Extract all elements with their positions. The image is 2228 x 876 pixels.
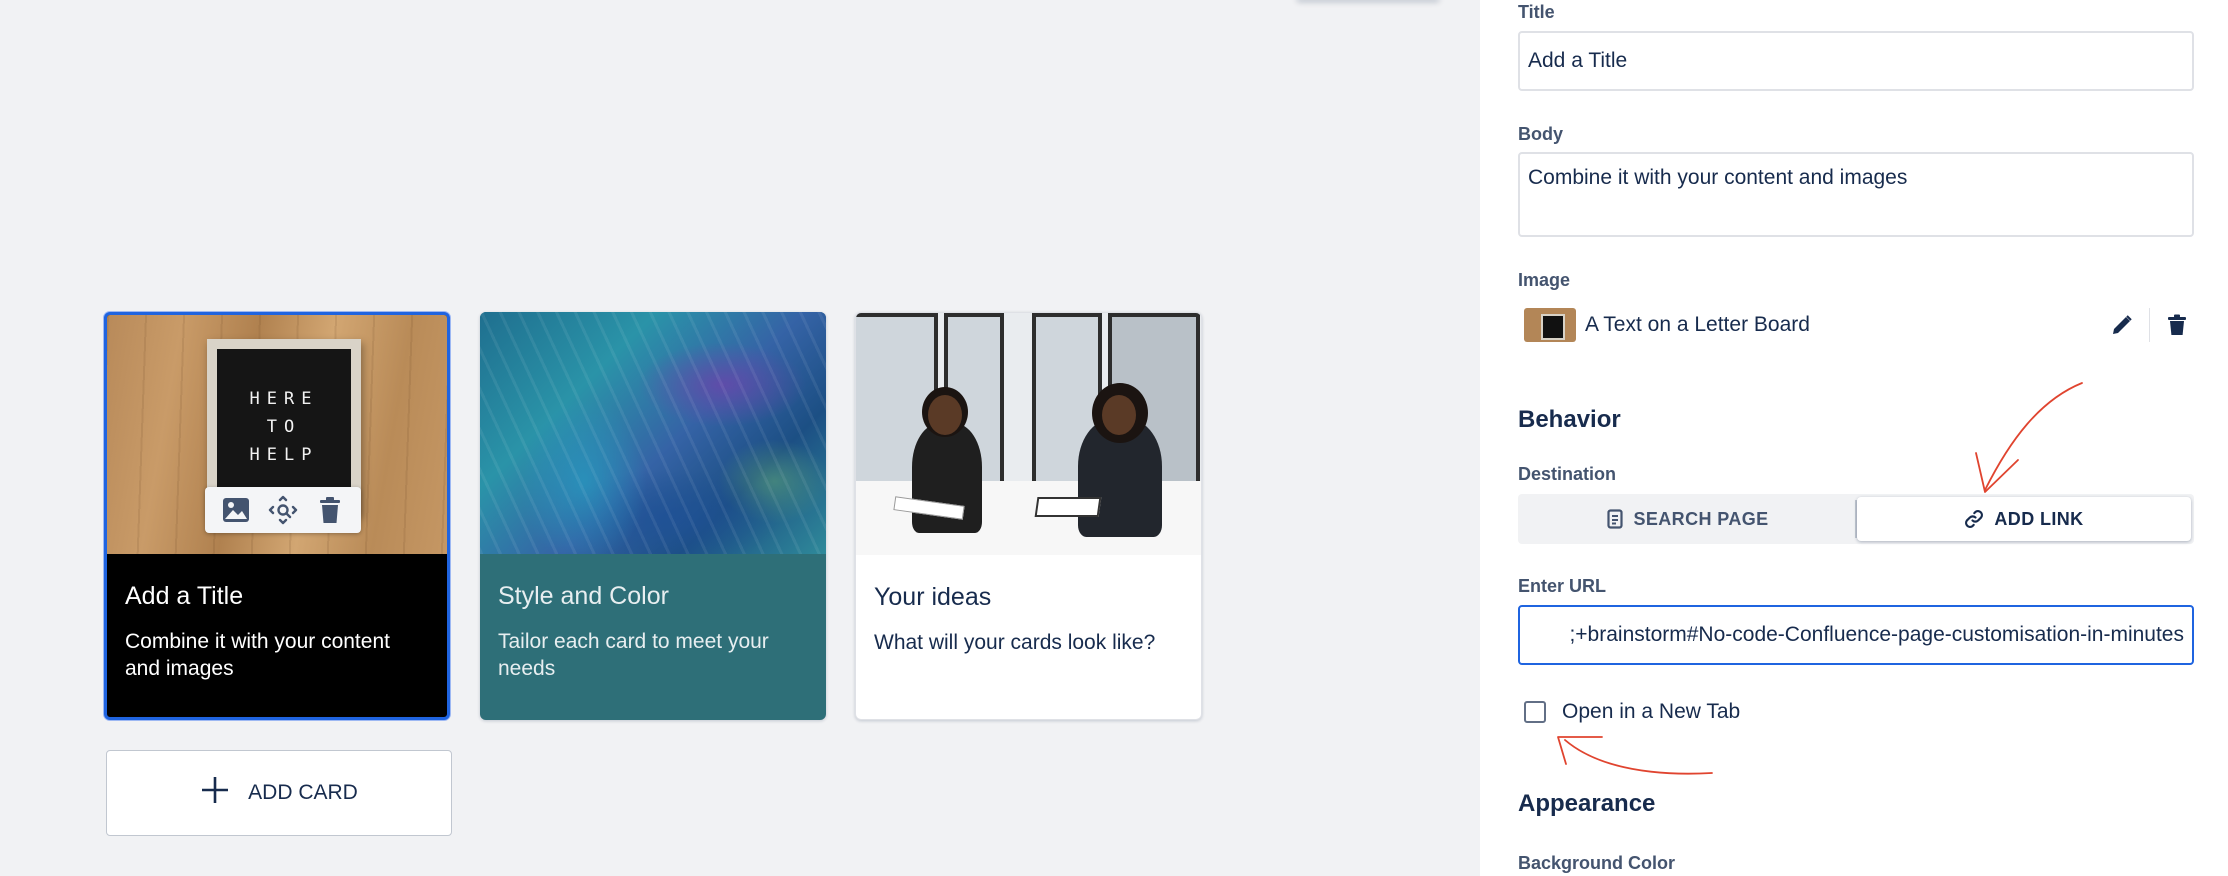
trash-icon[interactable] [2160, 308, 2194, 342]
card-title: Your ideas [874, 583, 992, 611]
canvas: HERE TO HELP Add a Title Combine it with [0, 0, 1480, 876]
card-1-selected[interactable]: HERE TO HELP Add a Title Combine it with [104, 312, 450, 720]
board-line-2: TO [266, 417, 302, 437]
card-2-content: Style and Color Tailor each card to meet… [480, 554, 826, 720]
card-body-text: Tailor each card to meet your needs [498, 630, 769, 680]
body-textarea[interactable]: Combine it with your content and images [1518, 152, 2194, 237]
card-title: Style and Color [498, 582, 669, 610]
search-page-option[interactable]: SEARCH PAGE [1521, 497, 1855, 541]
focal-point-icon[interactable] [268, 495, 298, 525]
card-1-content: Add a Title Combine it with your content… [107, 554, 447, 717]
image-row: A Text on a Letter Board [1524, 305, 2194, 345]
add-link-label: ADD LINK [1994, 508, 2084, 529]
image-label: Image [1518, 270, 1571, 290]
appearance-heading: Appearance [1518, 790, 1656, 817]
pencil-icon[interactable] [2105, 308, 2139, 342]
url-label: Enter URL [1518, 576, 1607, 596]
card-3-image [856, 313, 1201, 555]
add-link-option[interactable]: ADD LINK [1857, 497, 2191, 541]
open-new-tab-checkbox[interactable] [1524, 701, 1546, 723]
document-icon [1607, 509, 1624, 529]
card-2[interactable]: Style and Color Tailor each card to meet… [480, 312, 826, 720]
trash-icon[interactable] [315, 495, 345, 525]
add-card-button[interactable]: ADD CARD [106, 750, 452, 836]
card-3-content: Your ideas What will your cards look lik… [856, 555, 1201, 719]
add-card-label: ADD CARD [248, 781, 358, 804]
plus-icon [200, 775, 230, 811]
card-2-image [480, 312, 826, 554]
image-thumbnail [1524, 308, 1576, 342]
office-meeting-image [856, 313, 1201, 555]
url-input[interactable]: ;+brainstorm#No-code-Confluence-page-cus… [1518, 605, 2194, 665]
image-icon[interactable] [221, 495, 251, 525]
body-label: Body [1518, 124, 1563, 144]
image-toolbar [205, 487, 361, 533]
card-body-text: Combine it with your content and images [125, 630, 390, 680]
card-1-image: HERE TO HELP [107, 315, 447, 554]
abstract-paint-image [480, 312, 826, 554]
link-icon [1965, 510, 1984, 528]
open-new-tab-row[interactable]: Open in a New Tab [1524, 700, 1740, 724]
board-line-1: HERE [249, 389, 319, 409]
search-page-label: SEARCH PAGE [1633, 508, 1769, 529]
destination-label: Destination [1518, 464, 1617, 484]
image-name: A Text on a Letter Board [1585, 313, 1810, 336]
destination-toggle: SEARCH PAGE ADD LINK [1518, 494, 2194, 544]
card-body-text: What will your cards look like? [874, 631, 1156, 654]
board-line-3: HELP [249, 445, 319, 465]
card-3[interactable]: Your ideas What will your cards look lik… [855, 312, 1202, 720]
open-new-tab-label: Open in a New Tab [1562, 700, 1741, 723]
card-title: Add a Title [125, 582, 244, 610]
behavior-heading: Behavior [1518, 406, 1621, 433]
title-label: Title [1518, 2, 1555, 22]
card-settings-panel: Title Add a Title Body Combine it with y… [1480, 0, 2228, 876]
background-color-label: Background Color [1518, 853, 1676, 873]
title-input[interactable]: Add a Title [1518, 31, 2194, 91]
